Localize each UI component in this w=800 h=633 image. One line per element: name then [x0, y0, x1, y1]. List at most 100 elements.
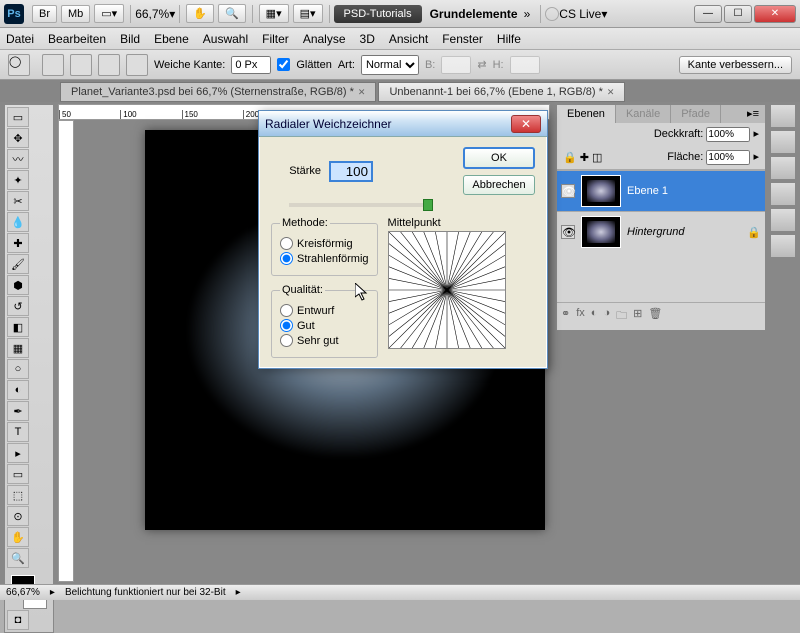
panel-tab-paths[interactable]: Pfade — [671, 105, 721, 123]
dialog-close-button[interactable]: ✕ — [511, 115, 541, 133]
opacity-input[interactable] — [706, 127, 750, 142]
menu-bild[interactable]: Bild — [120, 32, 140, 46]
menu-auswahl[interactable]: Auswahl — [203, 32, 248, 46]
quality-best-option[interactable]: Sehr gut — [280, 334, 369, 347]
history-brush-tool[interactable]: ↺ — [7, 296, 29, 316]
add-selection-icon[interactable] — [70, 54, 92, 76]
close-button[interactable]: ✕ — [754, 5, 796, 23]
method-zoom-option[interactable]: Strahlenförmig — [280, 252, 369, 265]
quickmask-button[interactable]: ◘ — [7, 610, 29, 630]
menu-datei[interactable]: Datei — [6, 32, 34, 46]
workspace-label[interactable]: Grundelemente — [430, 7, 518, 21]
pen-tool[interactable]: ✒ — [7, 401, 29, 421]
panel-menu-icon[interactable]: ▸≡ — [741, 105, 765, 123]
panel-icon[interactable] — [770, 104, 796, 128]
layer-row[interactable]: 👁 Ebene 1 — [557, 170, 765, 211]
style-select[interactable]: Normal — [361, 55, 419, 75]
zoom-display[interactable]: 66,7% — [135, 7, 169, 21]
zoom-tool[interactable]: 🔍 — [7, 548, 29, 568]
eyedropper-tool[interactable]: 💧 — [7, 212, 29, 232]
ok-button[interactable]: OK — [463, 147, 535, 169]
cslive-label[interactable]: CS Live — [559, 7, 601, 21]
strength-input[interactable] — [329, 161, 373, 182]
refine-edge-button[interactable]: Kante verbessern... — [679, 56, 792, 74]
brush-tool[interactable]: 🖌 — [7, 254, 29, 274]
status-zoom[interactable]: 66,67% — [6, 587, 40, 598]
stamp-tool[interactable]: ⬢ — [7, 275, 29, 295]
hand-tool-button[interactable]: ✋ — [186, 4, 214, 23]
subtract-selection-icon[interactable] — [98, 54, 120, 76]
blur-tool[interactable]: ○ — [7, 359, 29, 379]
extras-button[interactable]: ▤▾ — [293, 4, 323, 23]
status-more-icon[interactable]: ▸ — [236, 587, 241, 598]
document-tab[interactable]: Unbenannt-1 bei 66,7% (Ebene 1, RGB/8) *… — [378, 82, 625, 102]
arrange-button[interactable]: ▦▾ — [259, 4, 289, 23]
3d-tool[interactable]: ⬚ — [7, 485, 29, 505]
method-spin-option[interactable]: Kreisförmig — [280, 237, 369, 250]
panel-tab-channels[interactable]: Kanäle — [616, 105, 671, 123]
panel-icon[interactable] — [770, 156, 796, 180]
visibility-icon[interactable]: 👁 — [561, 225, 575, 239]
fx-icon[interactable]: fx — [576, 307, 585, 326]
menu-bearbeiten[interactable]: Bearbeiten — [48, 32, 106, 46]
group-icon[interactable]: 🗀 — [616, 307, 627, 326]
menu-3d[interactable]: 3D — [360, 32, 375, 46]
dialog-titlebar[interactable]: Radialer Weichzeichner ✕ — [259, 111, 547, 137]
zoom-dropdown-icon[interactable]: ▾ — [169, 7, 175, 21]
minimize-button[interactable]: — — [694, 5, 722, 23]
antialias-checkbox[interactable] — [277, 58, 290, 71]
new-selection-icon[interactable] — [42, 54, 64, 76]
shape-tool[interactable]: ▭ — [7, 464, 29, 484]
wand-tool[interactable]: ✦ — [7, 170, 29, 190]
layer-thumbnail[interactable] — [581, 216, 621, 248]
lasso-tool[interactable]: 〰 — [7, 149, 29, 169]
current-tool-icon[interactable]: ◯ — [8, 54, 30, 76]
marquee-tool[interactable]: ▭ — [7, 107, 29, 127]
mask-icon[interactable]: ◐ — [591, 307, 598, 326]
adjustment-icon[interactable]: ◑ — [603, 307, 610, 326]
3d-camera-tool[interactable]: ⊙ — [7, 506, 29, 526]
maximize-button[interactable]: ☐ — [724, 5, 752, 23]
type-tool[interactable]: T — [7, 422, 29, 442]
eraser-tool[interactable]: ◧ — [7, 317, 29, 337]
menu-ansicht[interactable]: Ansicht — [389, 32, 428, 46]
strength-slider[interactable] — [289, 203, 429, 207]
zoom-tool-button[interactable]: 🔍 — [218, 4, 246, 23]
gradient-tool[interactable]: ▦ — [7, 338, 29, 358]
dodge-tool[interactable]: ◐ — [7, 380, 29, 400]
visibility-icon[interactable]: 👁 — [561, 184, 575, 198]
path-select-tool[interactable]: ▸ — [7, 443, 29, 463]
layer-name[interactable]: Hintergrund — [627, 226, 684, 238]
status-play-icon[interactable]: ▸ — [50, 587, 55, 598]
minibridge-button[interactable]: Mb — [61, 5, 90, 23]
quality-draft-option[interactable]: Entwurf — [280, 304, 369, 317]
blur-center-preview[interactable] — [388, 231, 506, 349]
delete-icon[interactable]: 🗑 — [648, 307, 662, 326]
new-layer-icon[interactable]: ⊞ — [633, 307, 642, 326]
menu-ebene[interactable]: Ebene — [154, 32, 189, 46]
psd-tutorials-badge[interactable]: PSD-Tutorials — [334, 5, 422, 23]
hand-tool[interactable]: ✋ — [7, 527, 29, 547]
panel-icon[interactable] — [770, 182, 796, 206]
healing-tool[interactable]: ✚ — [7, 233, 29, 253]
layer-name[interactable]: Ebene 1 — [627, 185, 668, 197]
lock-icons[interactable]: 🔒 ✚ ◫ — [563, 151, 602, 164]
cslive-dropdown-icon[interactable]: ▾ — [601, 7, 607, 21]
layer-row[interactable]: 👁 Hintergrund 🔒 — [557, 211, 765, 252]
cancel-button[interactable]: Abbrechen — [463, 175, 535, 195]
menu-analyse[interactable]: Analyse — [303, 32, 346, 46]
screen-mode-button[interactable]: ▭▾ — [94, 4, 124, 23]
panel-icon[interactable] — [770, 208, 796, 232]
menu-filter[interactable]: Filter — [262, 32, 289, 46]
document-tab[interactable]: Planet_Variante3.psd bei 66,7% (Sternens… — [60, 82, 376, 102]
bridge-button[interactable]: Br — [32, 5, 57, 23]
close-icon[interactable]: ✕ — [358, 87, 366, 98]
menu-fenster[interactable]: Fenster — [442, 32, 483, 46]
workspace-more-icon[interactable]: » — [524, 7, 531, 21]
menu-hilfe[interactable]: Hilfe — [497, 32, 521, 46]
link-icon[interactable]: ⚭ — [561, 307, 570, 326]
crop-tool[interactable]: ✂ — [7, 191, 29, 211]
layer-thumbnail[interactable] — [581, 175, 621, 207]
move-tool[interactable]: ✥ — [7, 128, 29, 148]
quality-good-option[interactable]: Gut — [280, 319, 369, 332]
